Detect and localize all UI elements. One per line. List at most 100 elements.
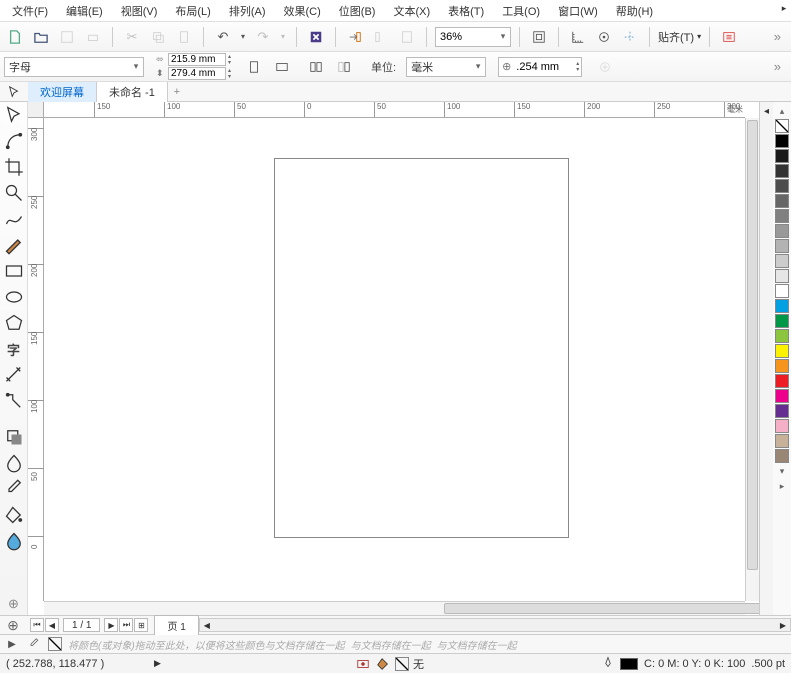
menu-text[interactable]: 文本(X) — [385, 0, 438, 22]
redo-dropdown-icon[interactable]: ▾ — [278, 26, 288, 48]
color-swatch[interactable] — [775, 374, 789, 388]
docker-expand-icon[interactable]: ◂ — [759, 102, 773, 615]
save-icon[interactable] — [56, 26, 78, 48]
snap-to-dropdown[interactable]: 贴齐(T) ▾ — [658, 29, 701, 45]
color-swatch[interactable] — [775, 269, 789, 283]
copy-icon[interactable] — [147, 26, 169, 48]
shape-tool-icon[interactable] — [3, 130, 25, 152]
menu-tools[interactable]: 工具(O) — [494, 0, 548, 22]
menu-bitmap[interactable]: 位图(B) — [331, 0, 384, 22]
menu-arrange[interactable]: 排列(A) — [221, 0, 274, 22]
page-height-input[interactable] — [168, 67, 226, 80]
eyedropper-tool-icon[interactable] — [3, 478, 25, 500]
current-page-icon[interactable] — [333, 56, 355, 78]
fill-indicator-icon[interactable] — [375, 656, 391, 672]
drawing-canvas[interactable] — [44, 118, 745, 601]
interactive-fill-tool-icon[interactable] — [3, 504, 25, 526]
page-preset-dropdown[interactable]: 字母▾ — [4, 57, 144, 77]
zoom-dropdown-icon[interactable]: ▾ — [496, 31, 510, 42]
transparency-tool-icon[interactable] — [3, 452, 25, 474]
add-page-icon[interactable]: ⊕ — [0, 617, 26, 634]
scrollbar-vertical[interactable] — [745, 118, 759, 601]
menu-table[interactable]: 表格(T) — [440, 0, 492, 22]
polygon-tool-icon[interactable] — [3, 312, 25, 334]
import-icon[interactable] — [344, 26, 366, 48]
color-swatch[interactable] — [775, 344, 789, 358]
color-swatch[interactable] — [775, 254, 789, 268]
propbar-overflow-icon[interactable]: » — [774, 59, 787, 74]
fill-none-swatch[interactable] — [395, 657, 409, 671]
menu-file[interactable]: 文件(F) — [4, 0, 56, 22]
freehand-tool-icon[interactable] — [3, 208, 25, 230]
show-guidelines-icon[interactable] — [619, 26, 641, 48]
zoom-value[interactable] — [436, 31, 496, 43]
landscape-icon[interactable] — [271, 56, 293, 78]
ruler-vertical[interactable]: 300250200150100500 — [28, 118, 44, 601]
undo-dropdown-icon[interactable]: ▾ — [238, 26, 248, 48]
menu-help[interactable]: 帮助(H) — [608, 0, 661, 22]
menu-effects[interactable]: 效果(C) — [276, 0, 329, 22]
nudge-distance-input[interactable]: ⊕ ▴▾ — [498, 57, 582, 77]
outline-color-swatch[interactable] — [620, 658, 638, 670]
paste-icon[interactable] — [173, 26, 195, 48]
color-swatch[interactable] — [775, 314, 789, 328]
color-swatch[interactable] — [775, 164, 789, 178]
color-swatch[interactable] — [775, 194, 789, 208]
add-page-after-icon[interactable]: ⊞ — [134, 618, 148, 632]
tab-welcome[interactable]: 欢迎屏幕 — [28, 82, 97, 102]
new-tab-button[interactable]: + — [168, 86, 186, 98]
new-icon[interactable] — [4, 26, 26, 48]
crop-tool-icon[interactable] — [3, 156, 25, 178]
show-rulers-icon[interactable] — [567, 26, 589, 48]
color-swatch[interactable] — [775, 299, 789, 313]
units-dropdown[interactable]: 毫米▾ — [406, 57, 486, 77]
text-tool-icon[interactable]: 字 — [3, 338, 25, 360]
all-pages-icon[interactable] — [305, 56, 327, 78]
zoom-tool-icon[interactable] — [3, 182, 25, 204]
rectangle-tool-icon[interactable] — [3, 260, 25, 282]
page-nav-scrollbar[interactable]: ◀▶ — [199, 618, 791, 632]
ruler-origin[interactable] — [28, 102, 44, 118]
menu-layout[interactable]: 布局(L) — [167, 0, 218, 22]
color-swatch[interactable] — [775, 224, 789, 238]
outline-pen-icon[interactable] — [602, 656, 614, 671]
docpal-eyedropper-icon[interactable] — [26, 637, 42, 651]
color-proof-icon[interactable] — [355, 656, 371, 672]
scroll-thumb-h[interactable] — [444, 603, 759, 614]
cut-icon[interactable]: ✂ — [121, 26, 143, 48]
ruler-horizontal[interactable]: 15010050050100150200250300350 — [44, 102, 745, 118]
color-swatch[interactable] — [775, 404, 789, 418]
prev-page-icon[interactable]: ◀ — [45, 618, 59, 632]
parallel-dimension-tool-icon[interactable] — [3, 364, 25, 386]
next-page-icon[interactable]: ▶ — [104, 618, 118, 632]
scrollbar-horizontal[interactable] — [44, 601, 745, 615]
export-icon[interactable] — [370, 26, 392, 48]
menu-view[interactable]: 视图(V) — [113, 0, 166, 22]
portrait-icon[interactable] — [243, 56, 265, 78]
scroll-thumb-v[interactable] — [747, 120, 758, 570]
color-swatch[interactable] — [775, 434, 789, 448]
pick-tool-icon[interactable] — [3, 104, 25, 126]
zoom-level-input[interactable]: ▾ — [435, 27, 511, 47]
duplicate-distance-icon[interactable] — [594, 56, 616, 78]
palette-flyout-icon[interactable]: ▸ — [780, 481, 785, 492]
color-swatch[interactable] — [775, 179, 789, 193]
undo-icon[interactable]: ↶ — [212, 26, 234, 48]
tab-nav-arrow-icon[interactable]: ▸ — [777, 0, 791, 16]
color-swatch[interactable] — [775, 239, 789, 253]
color-swatch[interactable] — [775, 419, 789, 433]
status-play-icon[interactable]: ▶ — [154, 658, 161, 669]
connector-tool-icon[interactable] — [3, 390, 25, 412]
pick-tool-corner-icon[interactable] — [5, 84, 23, 100]
color-swatch[interactable] — [775, 329, 789, 343]
page[interactable] — [274, 158, 569, 538]
page-tab-1[interactable]: 页 1 — [154, 615, 198, 636]
artistic-media-tool-icon[interactable] — [3, 234, 25, 256]
color-swatch[interactable] — [775, 284, 789, 298]
ellipse-tool-icon[interactable] — [3, 286, 25, 308]
first-page-icon[interactable]: ⏮ — [30, 618, 44, 632]
no-color-swatch[interactable] — [775, 119, 789, 133]
palette-up-icon[interactable]: ▴ — [780, 106, 785, 117]
palette-down-icon[interactable]: ▾ — [780, 466, 785, 477]
tab-document[interactable]: 未命名 -1 — [97, 82, 168, 103]
